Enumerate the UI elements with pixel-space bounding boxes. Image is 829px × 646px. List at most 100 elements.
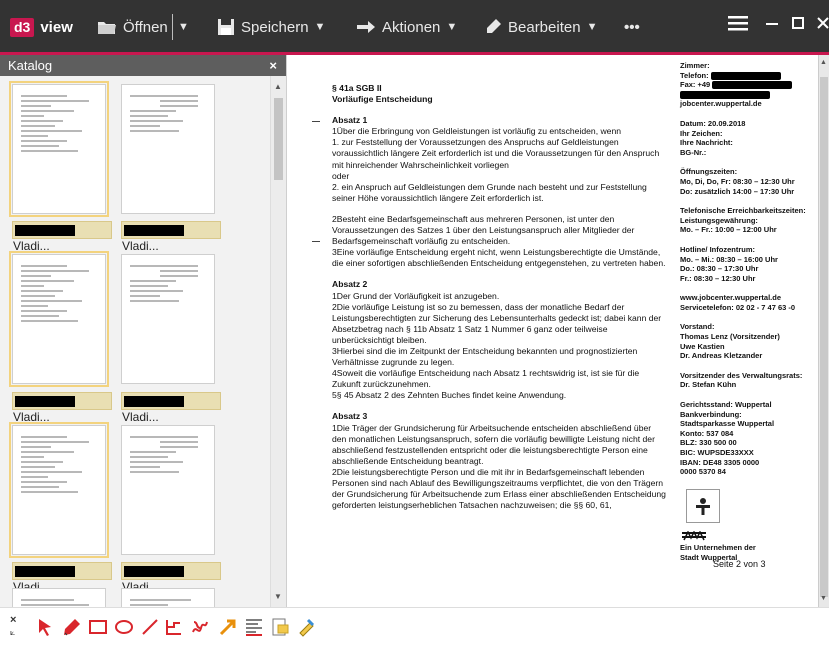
redaction	[15, 566, 75, 578]
arrow-right-icon	[357, 21, 375, 33]
sidebar-text: Thomas Lenz (Vorsitzender)	[680, 332, 780, 342]
chevron-down-icon: ▼	[586, 21, 598, 33]
viewer-scrollbar[interactable]: ▲ ▼	[818, 55, 829, 607]
note-icon[interactable]	[270, 617, 290, 637]
sidebar-text: Ihre Nachricht:	[680, 138, 733, 148]
sidebar-text: BIC: WUPSDE33XXX	[680, 448, 754, 457]
page-thumbnail[interactable]	[12, 588, 106, 607]
wuppertal-logo	[682, 530, 818, 544]
thumbnail-label[interactable]: Vladi...	[12, 221, 112, 253]
sidebar-text: BG-Nr.:	[680, 147, 707, 157]
actions-button[interactable]: Aktionen ▼	[356, 14, 457, 40]
save-button[interactable]: Speichern ▼	[217, 14, 325, 40]
paragraph-text: 1. zur Feststellung der Voraussetzungen …	[332, 137, 660, 170]
document-viewer[interactable]: § 41a SGB II Vorläufige Entscheidung Abs…	[288, 55, 818, 607]
page-thumbnail[interactable]	[9, 81, 109, 217]
thumbnail-label[interactable]: Vladi...	[121, 221, 221, 253]
sidebar-text: Mo, Di, Do, Fr: 08:30 – 12:30 Uhr	[680, 176, 795, 186]
paragraph-title: Absatz 2	[332, 279, 368, 290]
sidebar-text: Gerichtsstand: Wuppertal	[680, 400, 772, 410]
close-icon[interactable]	[817, 14, 829, 38]
open-dropdown-button[interactable]: ▼	[178, 14, 189, 40]
page-thumbnail[interactable]	[9, 422, 109, 558]
scroll-up-icon[interactable]: ▲	[274, 82, 282, 91]
pen-icon[interactable]	[62, 617, 82, 637]
paragraph-text: 1Über die Erbringung von Geldleistungen …	[332, 126, 622, 137]
sidebar-text: Konto: 537 084	[680, 428, 734, 438]
stamp-icon[interactable]	[296, 617, 316, 637]
redaction	[710, 71, 781, 80]
sidebar-text: Do: zusätzlich 14:00 – 17:30 Uhr	[680, 186, 795, 196]
paragraph-title: Absatz 1	[332, 115, 368, 126]
page-thumbnail[interactable]	[121, 425, 215, 555]
edit-icon	[487, 19, 501, 33]
sidebar-text: Hotline/ Infozentrum:	[680, 244, 755, 254]
sidebar-text: www.jobcenter.wuppertal.de	[680, 293, 781, 303]
actions-label: Aktionen	[382, 18, 441, 36]
page-thumbnail[interactable]	[9, 251, 109, 387]
page-thumbnail[interactable]	[121, 84, 215, 214]
open-button[interactable]: Öffnen	[97, 14, 168, 40]
more-button[interactable]: •••	[624, 14, 640, 40]
paragraph-text: 3Hierbei sind die im Zeitpunkt der Entsc…	[332, 345, 638, 368]
sidebar-text: Stadtsparkasse Wuppertal	[680, 419, 775, 429]
catalog-close-icon[interactable]: ×	[269, 55, 277, 76]
open-label: Öffnen	[123, 18, 168, 36]
ellipse-icon[interactable]	[114, 617, 134, 637]
minimize-icon[interactable]	[766, 14, 778, 38]
sidebar-text: Telefon:	[680, 70, 709, 80]
line-icon[interactable]	[140, 617, 160, 637]
redaction	[15, 225, 75, 237]
letter-sidebar: Zimmer: Telefon: Fax: +49 jobcenter.wupp…	[680, 61, 818, 563]
annotation-close-icon[interactable]: × ⟀	[10, 614, 16, 638]
sidebar-text: Uwe Kastien	[680, 341, 725, 351]
app-logo: d3 view	[10, 18, 73, 37]
redaction	[124, 225, 184, 237]
sidebar-text: BLZ: 330 500 00	[680, 438, 737, 448]
sidebar-text: Öffnungszeiten:	[680, 167, 738, 177]
thumbnail-label[interactable]: Vladi...	[121, 562, 221, 594]
scroll-up-icon[interactable]: ▲	[820, 59, 827, 66]
paragraph-text: 3Eine vorläufige Entscheidung ergeht nic…	[332, 247, 666, 269]
edit-button[interactable]: Bearbeiten ▼	[486, 14, 597, 40]
sidebar-text: Vorsitzender des Verwaltungsrats:	[680, 370, 803, 380]
menu-icon[interactable]	[728, 14, 748, 38]
text-icon[interactable]	[244, 617, 264, 637]
catalog-scrollbar[interactable]: ▲ ▼	[270, 76, 286, 607]
polyline-icon[interactable]	[164, 617, 184, 637]
redaction	[15, 396, 75, 408]
redaction	[680, 90, 770, 99]
sidebar-text: Telefonische Erreichbarkeitszeiten:	[680, 206, 806, 216]
page-number: Seite 2 von 3	[713, 559, 766, 569]
section-heading: § 41a SGB II	[332, 83, 382, 93]
scrollbar-thumb[interactable]	[274, 98, 283, 180]
sidebar-text: Servicetelefon: 02 02 - 7 47 63 -0	[680, 302, 796, 312]
select-arrow-icon[interactable]	[36, 617, 56, 637]
sidebar-text: 0000 5370 84	[680, 467, 726, 477]
sidebar-text: Ihr Zeichen:	[680, 128, 723, 138]
sidebar-text: jobcenter.wuppertal.de	[680, 99, 762, 109]
sidebar-text: Vorstand:	[680, 322, 715, 332]
paragraph-text: 2Die vorläufige Leistung ist so zu bemes…	[332, 301, 662, 345]
thumbnail-label[interactable]: Vladi...	[12, 392, 112, 424]
paragraph-text: 4Soweit die vorläufige Entscheidung nach…	[332, 368, 640, 390]
arrow-icon[interactable]	[218, 617, 238, 637]
maximize-icon[interactable]	[792, 14, 804, 38]
thumbnail-label[interactable]: Vladi...	[121, 392, 221, 424]
sidebar-text: Dr. Andreas Kletzander	[680, 351, 763, 361]
paragraph-text: 1Die Träger der Grundsicherung für Arbei…	[332, 422, 655, 466]
paragraph-text: 2. ein Anspruch auf Geldleistungen dem G…	[332, 181, 647, 203]
scrollbar-thumb[interactable]	[820, 77, 828, 597]
scroll-down-icon[interactable]: ▼	[274, 592, 282, 601]
margin-mark	[312, 241, 320, 242]
sidebar-text: Do.: 08:30 – 17:30 Uhr	[680, 264, 759, 274]
scroll-down-icon[interactable]: ▼	[820, 595, 827, 602]
sidebar-text: Bankverbindung:	[680, 409, 742, 419]
page-thumbnail[interactable]	[121, 588, 215, 607]
certification-logo	[686, 488, 720, 523]
sidebar-text: Fax: +49	[680, 80, 711, 90]
thumbnail-label[interactable]: Vladi...	[12, 562, 112, 594]
freehand-icon[interactable]	[190, 617, 210, 637]
page-thumbnail[interactable]	[121, 254, 215, 384]
rectangle-icon[interactable]	[88, 617, 108, 637]
